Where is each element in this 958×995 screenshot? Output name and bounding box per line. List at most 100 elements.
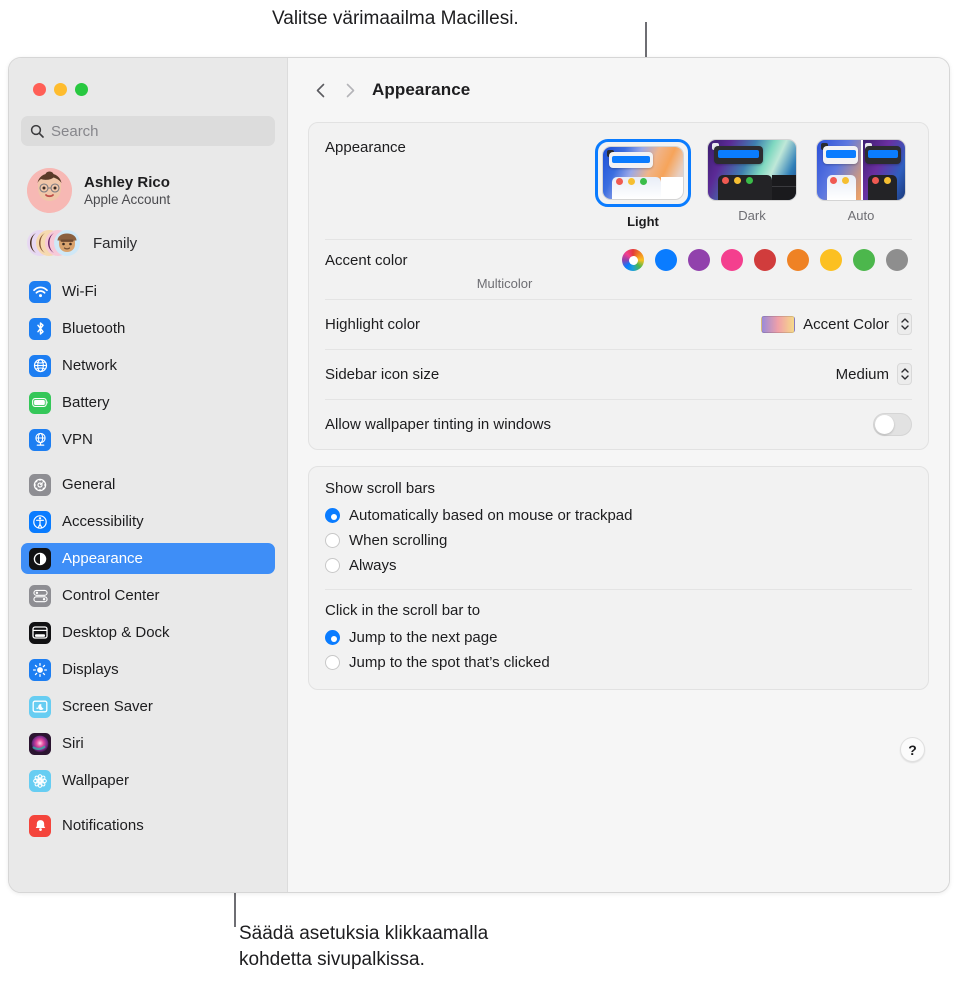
- sidebar-item-label: Appearance: [62, 550, 143, 567]
- sidebar-item-family[interactable]: Family: [21, 226, 275, 260]
- sidebar-item-label: General: [62, 476, 116, 493]
- radio-option-jump-spot-clicked[interactable]: Jump to the spot that’s clicked: [325, 650, 912, 675]
- sidebar-item-bluetooth[interactable]: Bluetooth: [21, 313, 275, 344]
- radio-button[interactable]: [325, 533, 340, 548]
- help-button[interactable]: ?: [900, 737, 925, 762]
- sidebar-icon-size-value: Medium: [835, 365, 889, 383]
- sidebar-item-displays[interactable]: Displays: [21, 654, 275, 685]
- account-row[interactable]: Ashley Rico Apple Account: [21, 164, 275, 217]
- appearance-option-light[interactable]: Light: [595, 139, 691, 229]
- control-center-icon: [29, 584, 51, 607]
- wifi-icon: [29, 280, 51, 303]
- appearance-option-label: Dark: [738, 208, 766, 223]
- sidebar-item-label: Screen Saver: [62, 698, 153, 715]
- show-scroll-bars-title: Show scroll bars: [325, 480, 436, 497]
- accent-swatch-purple[interactable]: [688, 249, 710, 271]
- appearance-option-label: Light: [627, 214, 659, 229]
- sidebar-item-general[interactable]: General: [21, 469, 275, 500]
- sidebar-item-siri[interactable]: Siri: [21, 728, 275, 759]
- siri-icon: [29, 732, 51, 755]
- search-icon: [30, 124, 44, 138]
- bell-icon: [29, 814, 51, 837]
- appearance-option-auto[interactable]: Auto: [814, 139, 908, 229]
- radio-label: When scrolling: [349, 532, 448, 549]
- chevron-right-icon[interactable]: [342, 83, 358, 98]
- bluetooth-icon: [29, 317, 51, 340]
- sidebar-item-accessibility[interactable]: Accessibility: [21, 506, 275, 537]
- accent-swatch-multicolor[interactable]: [622, 249, 644, 271]
- radio-option-when-scrolling[interactable]: When scrolling: [325, 528, 912, 553]
- highlight-color-swatch: [761, 315, 796, 333]
- accent-swatch-pink[interactable]: [721, 249, 743, 271]
- appearance-options: Light Dark Auto: [595, 139, 912, 229]
- sidebar-item-desktop-and-dock[interactable]: Desktop & Dock: [21, 617, 275, 648]
- appearance-settings-card: Appearance Light Dark Auto Accent color …: [308, 122, 929, 450]
- sidebar-item-screen-saver[interactable]: Screen Saver: [21, 691, 275, 722]
- sidebar-item-control-center[interactable]: Control Center: [21, 580, 275, 611]
- radio-button[interactable]: [325, 630, 340, 645]
- appearance-option-selected-ring: [595, 139, 691, 207]
- screen-saver-icon: [29, 695, 51, 718]
- wallpaper-tinting-row: Allow wallpaper tinting in windows: [309, 399, 928, 449]
- sidebar-item-notifications[interactable]: Notifications: [21, 810, 275, 841]
- avatar: [27, 168, 72, 213]
- desktop-dock-icon: [29, 621, 51, 644]
- callout-top-text: Valitse värimaailma Macillesi.: [272, 8, 519, 29]
- minimize-button[interactable]: [54, 83, 67, 96]
- radio-label: Automatically based on mouse or trackpad: [349, 507, 633, 524]
- accent-swatch-graphite[interactable]: [886, 249, 908, 271]
- scroll-bars-card: Show scroll bars Automatically based on …: [308, 466, 929, 690]
- accent-swatch-orange[interactable]: [787, 249, 809, 271]
- brightness-icon: [29, 658, 51, 681]
- sidebar-item-label: Wi-Fi: [62, 283, 97, 300]
- sidebar-item-label: Siri: [62, 735, 84, 752]
- sidebar-item-network[interactable]: Network: [21, 350, 275, 381]
- sidebar-item-label: Wallpaper: [62, 772, 129, 789]
- sidebar-item-wi-fi[interactable]: Wi-Fi: [21, 276, 275, 307]
- sidebar-item-label: Accessibility: [62, 513, 144, 530]
- battery-icon: [29, 391, 51, 414]
- appearance-option-dark[interactable]: Dark: [705, 139, 799, 229]
- sidebar-group-notifications: Notifications: [21, 810, 275, 841]
- main-content: Appearance Appearance Light Dark Auto Ac…: [288, 58, 949, 892]
- accent-swatch-red[interactable]: [754, 249, 776, 271]
- radio-option-jump-next-page[interactable]: Jump to the next page: [325, 625, 912, 650]
- highlight-color-value: Accent Color: [803, 315, 889, 333]
- sidebar-icon-size-row[interactable]: Sidebar icon size Medium: [309, 349, 928, 399]
- sidebar-item-battery[interactable]: Battery: [21, 387, 275, 418]
- vpn-globe-icon: [29, 428, 51, 451]
- sidebar-item-wallpaper[interactable]: Wallpaper: [21, 765, 275, 796]
- radio-option-always[interactable]: Always: [325, 553, 912, 578]
- accent-swatch-yellow[interactable]: [820, 249, 842, 271]
- dark-theme-thumbnail: [707, 139, 797, 201]
- radio-button[interactable]: [325, 558, 340, 573]
- globe-icon: [29, 354, 51, 377]
- sidebar-icon-size-stepper[interactable]: [897, 363, 912, 385]
- sidebar-item-vpn[interactable]: VPN: [21, 424, 275, 455]
- light-theme-thumbnail: [602, 146, 684, 200]
- accent-swatch-blue[interactable]: [655, 249, 677, 271]
- radio-button[interactable]: [325, 508, 340, 523]
- search-input[interactable]: Search: [21, 116, 275, 146]
- accent-color-row: Accent color Multicolor: [309, 239, 928, 299]
- sidebar-group-system: General Accessibility Appearance Control…: [21, 469, 275, 796]
- click-scroll-bar-title: Click in the scroll bar to: [325, 602, 481, 619]
- highlight-color-stepper[interactable]: [897, 313, 912, 335]
- highlight-color-label: Highlight color: [325, 315, 421, 333]
- accent-swatch-green[interactable]: [853, 249, 875, 271]
- sidebar-item-label: Network: [62, 357, 118, 374]
- sidebar-icon-size-label: Sidebar icon size: [325, 365, 440, 383]
- search-placeholder: Search: [51, 122, 99, 140]
- appearance-label: Appearance: [325, 139, 406, 156]
- radio-button[interactable]: [325, 655, 340, 670]
- zoom-button[interactable]: [75, 83, 88, 96]
- sidebar-item-label: Battery: [62, 394, 110, 411]
- highlight-color-row[interactable]: Highlight color Accent Color: [309, 299, 928, 349]
- auto-theme-thumbnail: [816, 139, 906, 201]
- wallpaper-tinting-toggle[interactable]: [873, 412, 912, 436]
- sidebar-item-appearance[interactable]: Appearance: [21, 543, 275, 574]
- radio-option-automatically[interactable]: Automatically based on mouse or trackpad: [325, 503, 912, 528]
- chevron-left-icon[interactable]: [312, 83, 328, 98]
- close-button[interactable]: [33, 83, 46, 96]
- accent-color-selected-label: Multicolor: [476, 276, 533, 291]
